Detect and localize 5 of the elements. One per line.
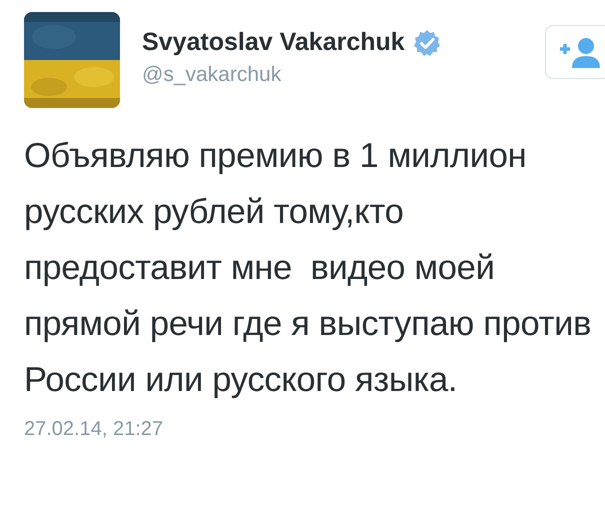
- follow-button[interactable]: [545, 25, 605, 79]
- tweet-timestamp[interactable]: 27.02.14, 21:27: [24, 418, 164, 441]
- tweet-text: Объявляю премию в 1 миллион русских рублей тому,кто предоставит мне видео моей прямой речи где я выступаю против России или русского языка.: [24, 136, 592, 401]
- author-handle[interactable]: @s_vakarchuk: [142, 63, 282, 87]
- author-name[interactable]: Svyatoslav Vakarchuk: [142, 28, 405, 57]
